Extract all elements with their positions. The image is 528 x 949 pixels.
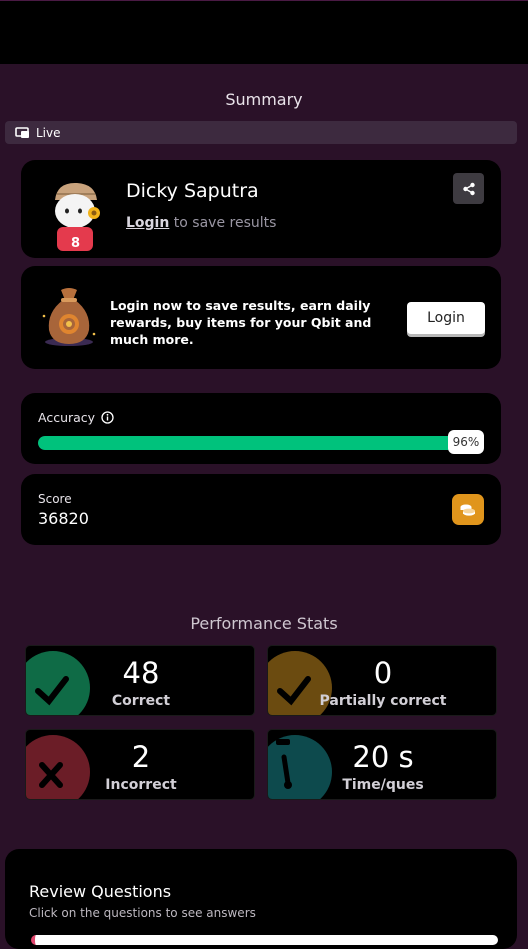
review-subtitle: Click on the questions to see answers [29, 906, 256, 920]
stat-correct-label: Correct [111, 693, 171, 709]
info-icon[interactable] [101, 411, 114, 424]
stat-time-label: Time/ques [342, 777, 424, 793]
user-name: Dicky Saputra [126, 180, 259, 202]
mode-label: Live [36, 125, 61, 140]
accuracy-label-row: Accuracy [38, 410, 114, 425]
accuracy-value: 96% [448, 430, 484, 454]
avatar-icon: 8 [49, 180, 105, 254]
live-quiz-icon [15, 126, 30, 139]
stat-correct-value: 48 [122, 656, 160, 690]
stat-time-value: 20 s [352, 740, 414, 774]
review-question-item[interactable] [31, 935, 498, 945]
stat-time-per-question: 20 s Time/ques [267, 729, 497, 800]
stat-partially-correct: 0 Partially correct [267, 645, 497, 716]
score-card: Score 36820 [21, 474, 501, 545]
svg-text:8: 8 [71, 236, 80, 251]
accuracy-card: Accuracy 96% [21, 393, 501, 464]
score-value: 36820 [38, 509, 89, 528]
accuracy-progress-bar [38, 436, 484, 450]
performance-title: Performance Stats [190, 614, 338, 633]
review-title: Review Questions [29, 882, 172, 901]
login-link[interactable]: Login [126, 215, 169, 231]
page-title: Summary [225, 90, 303, 109]
stat-partial-value: 0 [373, 656, 393, 690]
stat-incorrect: 2 Incorrect [25, 729, 255, 800]
accuracy-progress-fill [38, 436, 467, 450]
login-prompt: Login to save results [126, 215, 276, 231]
top-bar [0, 0, 528, 64]
stat-incorrect-label: Incorrect [105, 777, 177, 793]
promo-text: Login now to save results, earn daily re… [110, 298, 372, 347]
mode-bar: Live [5, 121, 517, 144]
login-promo-card: Login now to save results, earn daily re… [21, 266, 501, 369]
score-label: Score [38, 492, 72, 506]
profile-card: 8 Dicky Saputra Login to save results [21, 160, 501, 258]
login-button[interactable]: Login [407, 302, 485, 334]
accuracy-label: Accuracy [38, 410, 96, 425]
stat-incorrect-value: 2 [131, 740, 151, 774]
review-questions-card: Review Questions Click on the questions … [5, 849, 517, 949]
coins-icon [452, 494, 484, 525]
stat-partial-label: Partially correct [319, 693, 447, 709]
money-bag-icon [39, 286, 99, 348]
stat-correct: 48 Correct [25, 645, 255, 716]
share-button[interactable] [453, 173, 484, 204]
share-icon [462, 182, 476, 196]
login-suffix: to save results [169, 215, 277, 231]
